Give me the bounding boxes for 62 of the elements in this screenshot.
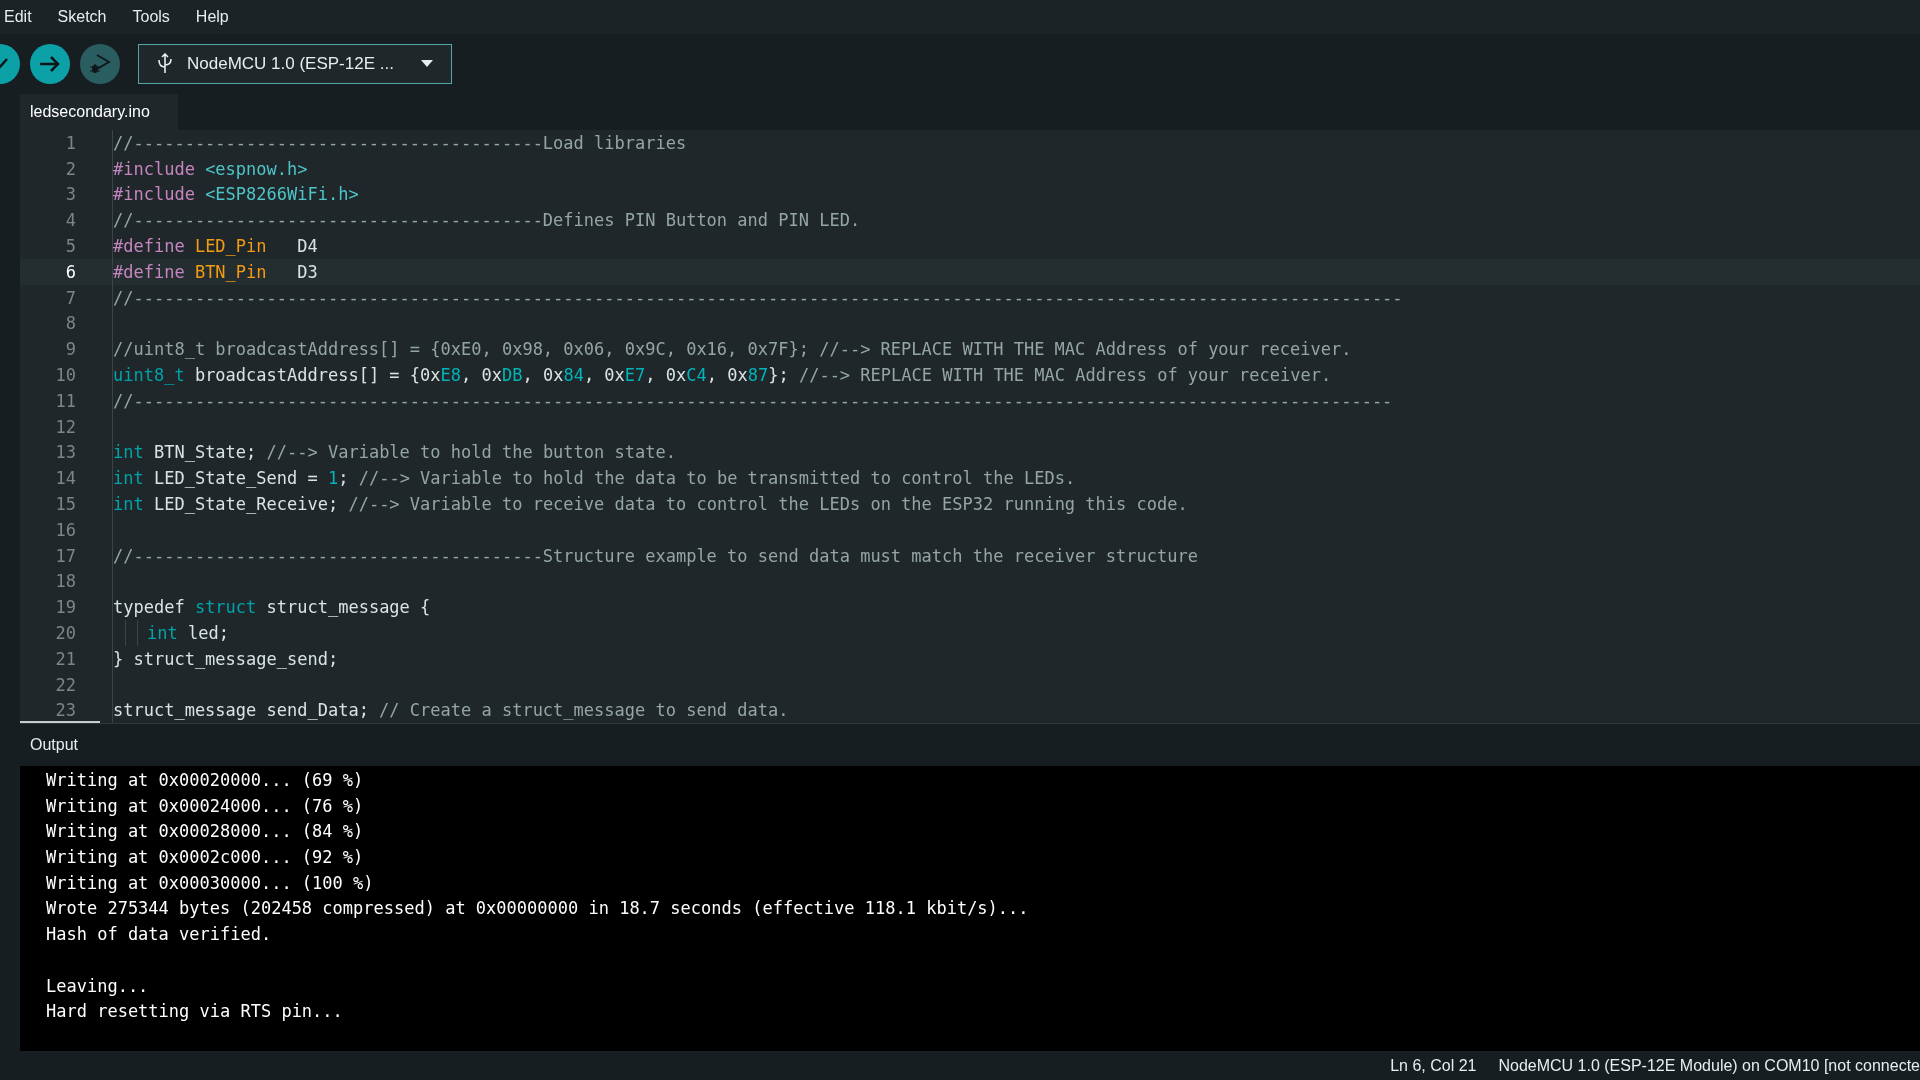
output-line: Hard resetting via RTS pin... [46, 1000, 344, 1024]
line-number: 15 [54, 494, 76, 515]
line-number: 8 [64, 313, 76, 334]
line-number: 3 [64, 184, 76, 205]
line-number: 12 [54, 416, 76, 437]
code-line: //----------------------------------------Load libraries [112, 130, 687, 156]
file-tab[interactable]: ledsecondary.ino [20, 94, 178, 130]
menu-item[interactable]: Edit [2, 8, 42, 26]
menu-item[interactable]: Tools [130, 8, 180, 26]
line-number: 20 [54, 623, 76, 644]
arrow-right-icon [38, 54, 62, 74]
line-number: 23 [54, 700, 76, 721]
code-line: int LED_State_Receive; //--> Variable to receive data to control the LEDs on the ESP32 running this code. [112, 491, 1188, 517]
code-line: int BTN_State; //--> Variable to hold the button state. [112, 439, 676, 466]
line-number: 16 [54, 519, 76, 540]
upload-button[interactable] [30, 44, 70, 84]
line-number: 14 [54, 468, 76, 489]
line-number: 9 [64, 339, 76, 360]
output-line: Writing at 0x0002c000... (92 %) [46, 846, 365, 870]
line-number: 1 [64, 132, 76, 153]
line-number: 18 [54, 571, 76, 592]
code-line: #define LED_Pin D4 [112, 233, 318, 259]
cursor-position[interactable]: Ln 6, Col 21 [1390, 1057, 1477, 1075]
output-line: Writing at 0x00030000... (100 %) [46, 871, 375, 895]
output-line: Leaving... [46, 974, 150, 998]
line-number: 7 [64, 287, 76, 308]
output-line: Hash of data verified. [46, 923, 273, 947]
line-number: 10 [54, 365, 76, 386]
board-status[interactable]: NodeMCU 1.0 (ESP-12E Module) on COM10 [not connecte [1498, 1057, 1920, 1075]
code-line: int LED_State_Send = 1; //--> Variable to hold the data to be transmitted to control the LEDs. [112, 465, 1076, 492]
panel-title: Output [29, 736, 79, 754]
usb-icon [157, 53, 173, 75]
menu-item[interactable]: Sketch [55, 8, 117, 26]
code-line: uint8_t broadcastAddress[] = {0xE8, 0xDB, 0x84, 0xE7, 0xC4, 0x87}; //--> REPLACE WITH THE MAC Address of your receiver. [112, 362, 1332, 388]
code-line: #include <ESP8266WiFi.h> [112, 181, 359, 208]
output-line: Writing at 0x00028000... (84 %) [46, 820, 365, 844]
line-number: 21 [54, 648, 76, 669]
code-line: struct_message send_Data; // Create a struct_message to send data. [112, 697, 789, 723]
code-line: } struct_message_send; [112, 645, 339, 672]
code-line: #include <espnow.h> [112, 155, 308, 182]
line-number: 17 [54, 545, 76, 566]
caret-icon [421, 60, 433, 68]
output-line: Writing at 0x00024000... (76 %) [46, 794, 365, 818]
line-number: 4 [64, 210, 76, 231]
line-number: 22 [54, 674, 76, 695]
line-number: 11 [54, 390, 76, 411]
output-line: Wrote 275344 bytes (202458 compressed) at 0x00000000 in 18.7 seconds (effective 118.1 kbit/s)... [46, 897, 1030, 921]
line-number: 19 [54, 597, 76, 618]
code-line: //uint8_t broadcastAddress[] = {0xE0, 0x98, 0x06, 0x9C, 0x16, 0x7F}; //--> REPLACE WITH THE MAC Address of your receiver. [112, 336, 1352, 363]
code-line: //--------------------------------------------------------------------------------------------------------------------------- [112, 387, 1393, 414]
code-line: //----------------------------------------Structure example to send data must match the receiver structure [112, 542, 1198, 569]
menu-item[interactable]: Help [193, 8, 239, 26]
code-line: //---------------------------------------------------------------------------------------------------------------------------- [112, 284, 1403, 311]
line-number: 5 [64, 236, 76, 257]
output-line: Writing at 0x00020000... (69 %) [46, 769, 365, 792]
line-number: 13 [54, 442, 76, 463]
code-line: //----------------------------------------Defines PIN Button and PIN LED. [112, 207, 861, 234]
board-selector[interactable]: NodeMCU 1.0 (ESP-12E ... [138, 44, 452, 84]
scrollbar-thumb[interactable] [20, 721, 100, 723]
line-number: 6 [64, 261, 76, 282]
code-line: #define BTN_Pin D3 [112, 259, 318, 285]
line-number: 2 [64, 158, 76, 179]
